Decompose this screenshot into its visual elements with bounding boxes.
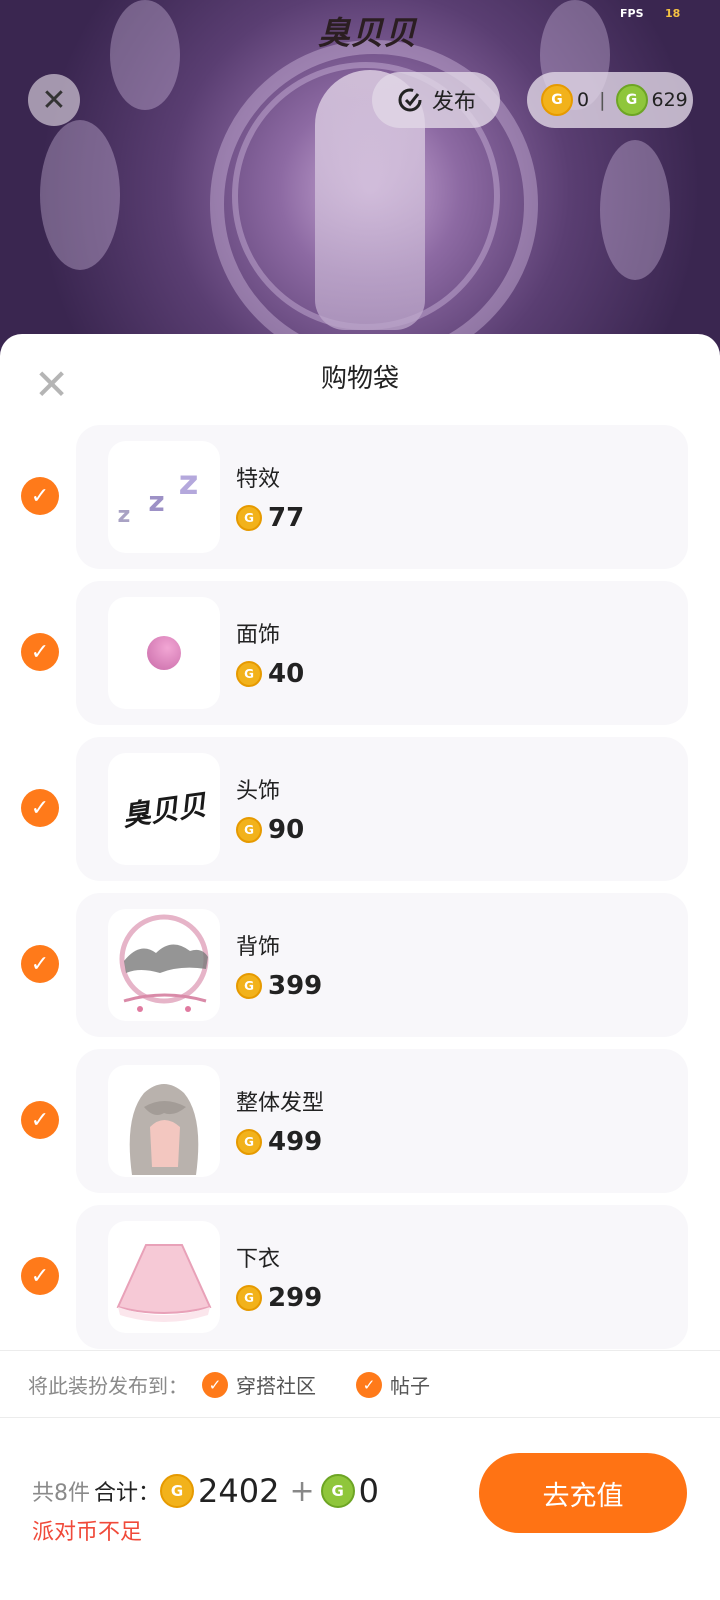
insufficient-funds-warning: 派对币不足 — [32, 1520, 143, 1545]
publish-icon — [398, 88, 422, 112]
item-price-value: 77 — [268, 503, 305, 533]
gold-coin-icon: G — [236, 973, 262, 999]
fps-value: 18 — [665, 7, 681, 20]
cart-item-card[interactable]: 背饰 G 399 — [76, 893, 688, 1037]
publish-option-post[interactable]: ✓ 帖子 — [356, 1370, 430, 1399]
gold-balance: 0 — [577, 89, 590, 111]
item-name: 头饰 — [236, 779, 281, 804]
publish-to-label: 将此装扮发布到： — [28, 1374, 188, 1398]
publish-label: 发布 — [431, 90, 476, 115]
publish-option-community[interactable]: ✓ 穿搭社区 — [202, 1370, 316, 1399]
item-price: G 40 — [236, 659, 304, 689]
sheet-title: 购物袋 — [320, 364, 399, 394]
balance-separator: | — [599, 89, 606, 111]
item-name: 下衣 — [236, 1247, 281, 1272]
logo-text-head-icon: 臭贝贝 — [108, 753, 220, 865]
item-name: 特效 — [236, 467, 281, 492]
cart-item-card[interactable]: 整体发型 G 499 — [76, 1049, 688, 1193]
check-icon: ✓ — [30, 639, 50, 665]
decorative-lantern — [40, 120, 120, 270]
checkout-footer: 共8件 合计： G 2402 + G 0 派对币不足 去充值 — [0, 1418, 720, 1600]
gold-coin-icon: G — [236, 661, 262, 687]
item-price: G 77 — [236, 503, 304, 533]
check-icon: ✓ — [30, 1107, 50, 1133]
publish-option-label: 帖子 — [390, 1374, 430, 1398]
item-select-checkbox[interactable]: ✓ — [21, 789, 59, 827]
avatar-preview-scene — [0, 0, 720, 360]
pink-dot-face-icon — [108, 597, 220, 709]
item-name: 背饰 — [236, 935, 281, 960]
gold-coin-icon: G — [236, 1285, 262, 1311]
decorative-lantern — [110, 0, 180, 110]
item-price-value: 90 — [268, 815, 305, 845]
gold-coin-icon: G — [236, 817, 262, 843]
green-coin-icon: G — [320, 1474, 355, 1508]
item-count: 共8件 — [32, 1481, 90, 1506]
item-select-checkbox[interactable]: ✓ — [21, 1257, 59, 1295]
check-icon: ✓ — [202, 1371, 228, 1398]
item-price: G 299 — [236, 1283, 322, 1313]
gold-coin-icon: G — [236, 505, 262, 531]
green-balance: 629 — [651, 89, 688, 111]
publish-button[interactable]: 发布 — [372, 72, 500, 128]
cart-item: ✓ 背饰 G 399 — [0, 893, 720, 1037]
item-price-value: 40 — [268, 659, 305, 689]
cart-item: ✓ 下衣 G 299 — [0, 1205, 720, 1349]
cart-item-card[interactable]: 臭贝贝 头饰 G 90 — [76, 737, 688, 881]
pink-skirt-icon — [108, 1221, 220, 1333]
check-icon: ✓ — [30, 951, 50, 977]
check-icon: ✓ — [30, 483, 50, 509]
publish-option-label: 穿搭社区 — [236, 1374, 316, 1398]
item-price: G 499 — [236, 1127, 322, 1157]
item-price: G 90 — [236, 815, 304, 845]
plus-sign: + — [289, 1473, 315, 1509]
gold-coin-icon: G — [541, 84, 573, 116]
shopping-bag-sheet: ✕ 购物袋 ✓ z z z 特效 G 77 ✓ 面饰 G 40 ✓ 臭贝贝 头饰… — [0, 334, 720, 1600]
item-price-value: 499 — [268, 1127, 323, 1157]
decorative-lantern — [600, 140, 670, 280]
check-icon: ✓ — [356, 1371, 382, 1398]
fps-label: FPS — [620, 7, 644, 20]
item-price-value: 299 — [268, 1283, 323, 1313]
cart-item: ✓ 臭贝贝 头饰 G 90 — [0, 737, 720, 881]
cart-item: ✓ 面饰 G 40 — [0, 581, 720, 725]
cart-item-card[interactable]: z z z 特效 G 77 — [76, 425, 688, 569]
ring-landscape-back-icon — [108, 909, 220, 1021]
green-total: 0 — [358, 1472, 379, 1510]
publish-destination-row: 将此装扮发布到： ✓ 穿搭社区 ✓ 帖子 — [28, 1370, 430, 1399]
cart-item: ✓ z z z 特效 G 77 — [0, 425, 720, 569]
divider — [0, 1350, 720, 1351]
item-select-checkbox[interactable]: ✓ — [21, 477, 59, 515]
item-select-checkbox[interactable]: ✓ — [21, 1101, 59, 1139]
item-price-value: 399 — [268, 971, 323, 1001]
thumb-logo-text: 臭贝贝 — [120, 788, 209, 833]
item-name: 整体发型 — [236, 1091, 325, 1116]
item-price: G 399 — [236, 971, 322, 1001]
long-hair-icon — [108, 1065, 220, 1177]
item-name: 面饰 — [236, 623, 281, 648]
currency-balance[interactable]: G 0 | G 629 — [527, 72, 693, 128]
check-icon: ✓ — [30, 795, 50, 821]
close-icon: ✕ — [41, 82, 67, 118]
order-summary: 共8件 合计： G 2402 + G 0 — [32, 1472, 383, 1510]
gold-total: 2402 — [198, 1472, 280, 1510]
item-select-checkbox[interactable]: ✓ — [21, 945, 59, 983]
item-select-checkbox[interactable]: ✓ — [21, 633, 59, 671]
cart-item-card[interactable]: 面饰 G 40 — [76, 581, 688, 725]
head-logo-text: 臭贝贝 — [318, 14, 418, 52]
total-label: 合计： — [94, 1481, 161, 1506]
zzz-effect-icon: z z z — [108, 441, 220, 553]
recharge-button[interactable]: 去充值 — [479, 1453, 687, 1533]
cart-item: ✓ 整体发型 G 499 — [0, 1049, 720, 1193]
green-coin-icon: G — [615, 84, 648, 116]
gold-coin-icon: G — [160, 1474, 195, 1508]
cart-item-card[interactable]: 下衣 G 299 — [76, 1205, 688, 1349]
gold-coin-icon: G — [236, 1129, 262, 1155]
close-preview-button[interactable]: ✕ — [28, 74, 80, 126]
check-icon: ✓ — [30, 1263, 50, 1289]
